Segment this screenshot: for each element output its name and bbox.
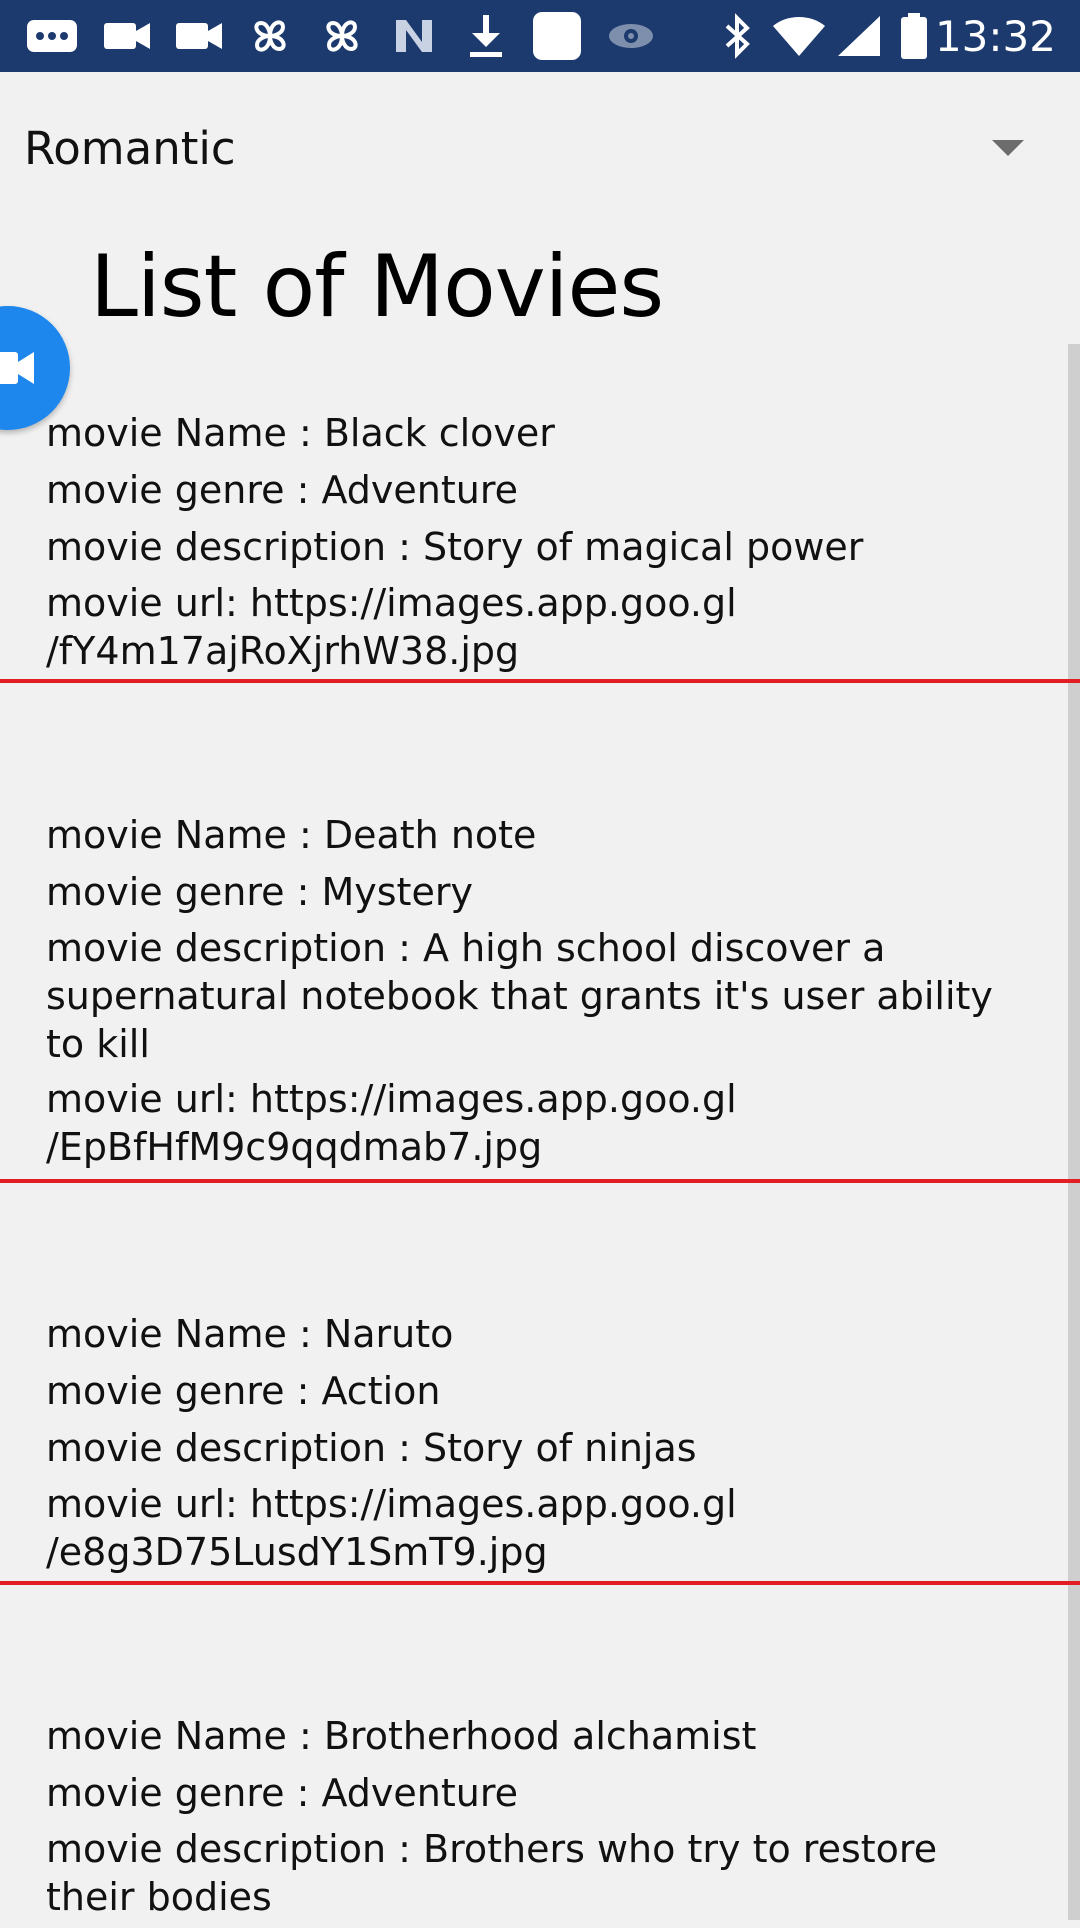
genre-spinner[interactable]: Romantic: [0, 100, 1080, 196]
video-camera-icon: [0, 352, 34, 384]
movie-url: movie url: https://images.app.goo.gl /Ep…: [46, 1077, 737, 1169]
movie-description: movie description : Brothers who try to …: [46, 1827, 938, 1919]
pinwheel-icon: [244, 0, 296, 72]
movie-url: movie url: https://images.app.goo.gl /fY…: [46, 581, 737, 673]
movie-item[interactable]: movie Name : Naruto movie genre : Action…: [46, 1309, 1026, 1583]
pinwheel-icon: [316, 0, 368, 72]
eye-icon: [604, 0, 658, 72]
bluetooth-icon: [718, 0, 758, 72]
genre-spinner-value: Romantic: [24, 122, 236, 175]
movie-description: movie description : A high school discov…: [46, 926, 993, 1066]
status-bar: 13:32: [0, 0, 1080, 72]
clock: 13:32: [934, 12, 1056, 61]
movie-name: movie Name : Death note: [46, 813, 537, 857]
movie-name: movie Name : Brotherhood alchamist: [46, 1714, 757, 1758]
movie-item[interactable]: movie Name : Death note movie genre : My…: [46, 810, 1026, 1178]
square-icon: [530, 0, 584, 72]
movie-description: movie description : Story of ninjas: [46, 1426, 697, 1470]
divider: [0, 1581, 1080, 1585]
movie-genre: movie genre : Adventure: [46, 468, 519, 512]
wifi-icon: [770, 0, 828, 72]
movie-name: movie Name : Black clover: [46, 411, 555, 455]
message-icon: [22, 0, 82, 72]
battery-icon: [896, 0, 932, 72]
video-camera-icon: [172, 0, 226, 72]
n-logo-icon: [390, 0, 438, 72]
dropdown-arrow-icon[interactable]: [992, 140, 1024, 156]
signal-icon: [834, 0, 884, 72]
divider: [0, 679, 1080, 683]
scrollbar[interactable]: [1068, 344, 1080, 1920]
divider: [0, 1179, 1080, 1183]
movie-name: movie Name : Naruto: [46, 1312, 454, 1356]
movie-item[interactable]: movie Name : Black clover movie genre : …: [46, 408, 1026, 682]
page-title: List of Movies: [90, 237, 664, 337]
movie-genre: movie genre : Adventure: [46, 1771, 519, 1815]
movie-url: movie url: https://images.app.goo.gl /e8…: [46, 1482, 737, 1574]
movie-genre: movie genre : Action: [46, 1369, 441, 1413]
video-camera-icon: [100, 0, 154, 72]
movie-description: movie description : Story of magical pow…: [46, 525, 864, 569]
movie-genre: movie genre : Mystery: [46, 870, 473, 914]
movie-item[interactable]: movie Name : Brotherhood alchamist movie…: [46, 1711, 1026, 1928]
download-icon: [462, 0, 510, 72]
